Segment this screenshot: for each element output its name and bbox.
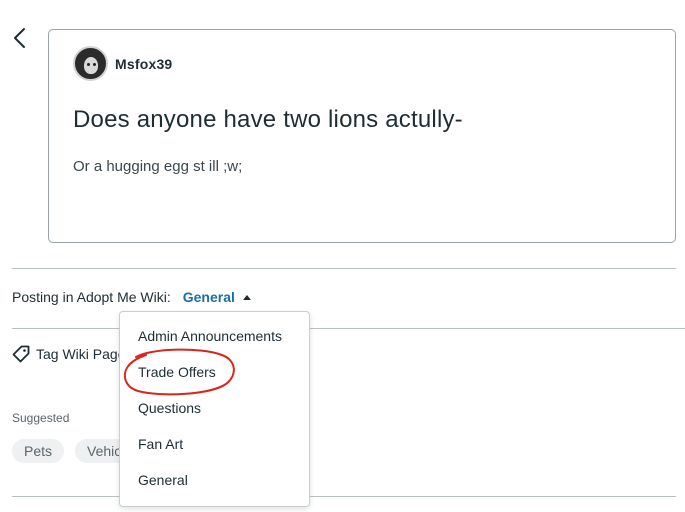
category-selector[interactable]: General [183,289,235,305]
caret-up-icon[interactable] [242,294,251,300]
red-circle-annotation [123,348,235,396]
suggested-chip-pets[interactable]: Pets [12,439,65,463]
divider [12,496,676,497]
dropdown-item-questions[interactable]: Questions [138,400,201,416]
post-author[interactable]: Msfox39 [73,46,172,81]
posting-location: Posting in Adopt Me Wiki: General [12,289,251,305]
tag-wiki-page-label: Tag Wiki Page [36,346,126,362]
posting-prefix: Posting in Adopt Me Wiki: [12,289,171,305]
suggested-label: Suggested [12,411,70,425]
chevron-left-icon [14,28,25,48]
dropdown-item-admin-announcements[interactable]: Admin Announcements [138,328,282,344]
divider [12,268,676,269]
divider [12,328,685,329]
dropdown-item-general[interactable]: General [138,472,188,488]
author-username: Msfox39 [115,55,173,72]
category-dropdown: Admin Announcements Trade Offers Questio… [119,311,310,507]
post-body: Or a hugging egg st ill ;w; [73,158,243,175]
post-card: Msfox39 Does anyone have two lions actul… [48,29,676,243]
dropdown-item-fan-art[interactable]: Fan Art [138,436,183,452]
tag-wiki-page-button[interactable]: Tag Wiki Page [12,345,125,363]
post-title: Does anyone have two lions actully- [73,106,463,133]
avatar [73,46,108,81]
tag-icon [12,345,30,363]
back-button[interactable] [10,26,32,50]
